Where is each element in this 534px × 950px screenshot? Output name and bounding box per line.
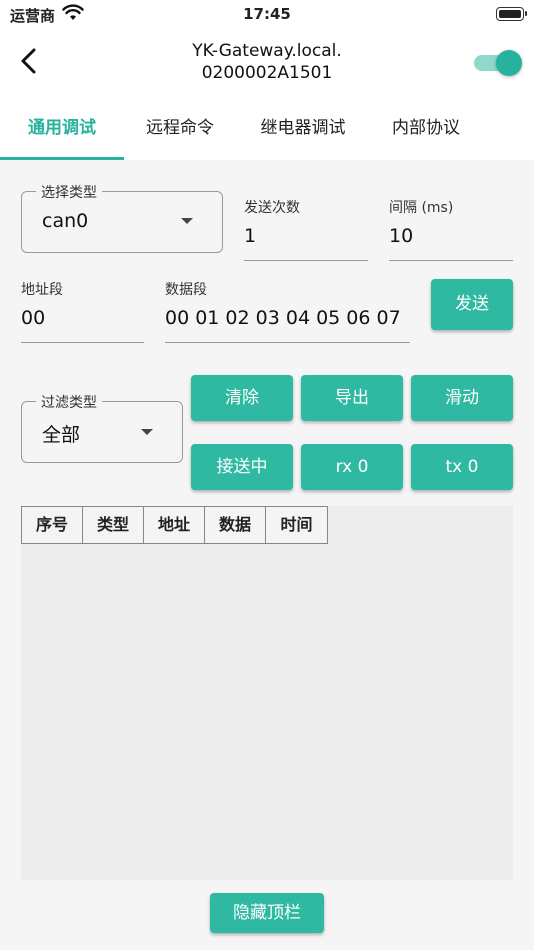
app-header: YK-Gateway.local. 0200002A1501 [0, 28, 534, 98]
select-type-value: can0 [42, 210, 89, 232]
toggle-thumb [496, 50, 522, 76]
send-count-field[interactable]: 发送次数 1 [244, 197, 368, 261]
address-field[interactable]: 地址段 00 [21, 279, 144, 343]
send-button[interactable]: 发送 [431, 279, 513, 330]
tab-remote-command[interactable]: 远程命令 [124, 98, 236, 160]
select-type-dropdown[interactable]: 选择类型 can0 [21, 182, 223, 253]
chevron-down-icon [181, 218, 193, 224]
rx-count-button[interactable]: rx 0 [301, 444, 403, 490]
chevron-down-icon [141, 429, 153, 435]
tab-bar: 通用调试 远程命令 继电器调试 内部协议 [0, 98, 534, 160]
tab-internal-protocol[interactable]: 内部协议 [370, 98, 482, 160]
export-button[interactable]: 导出 [301, 375, 403, 421]
hide-topbar-button[interactable]: 隐藏顶栏 [210, 893, 324, 933]
active-tab-indicator [0, 157, 124, 160]
filter-type-value: 全部 [42, 424, 81, 446]
filter-type-label: 过滤类型 [36, 392, 102, 412]
select-type-label: 选择类型 [36, 182, 102, 202]
data-field[interactable]: 数据段 00 01 02 03 04 05 06 07 [165, 279, 410, 343]
filter-type-dropdown[interactable]: 过滤类型 全部 [21, 392, 183, 463]
tab-relay-debug[interactable]: 继电器调试 [236, 98, 370, 160]
clock-time: 17:45 [243, 5, 291, 23]
connection-toggle[interactable] [474, 50, 522, 76]
battery-icon [496, 7, 527, 21]
log-table[interactable]: 序号 类型 地址 数据 时间 [21, 506, 513, 880]
interval-field[interactable]: 间隔 (ms) 10 [389, 197, 513, 261]
tx-count-button[interactable]: tx 0 [411, 444, 513, 490]
address-label: 地址段 [21, 282, 63, 298]
page-title: YK-Gateway.local. 0200002A1501 [110, 40, 424, 84]
status-bar: 运营商 17:45 [0, 0, 534, 28]
column-header-type: 类型 [83, 507, 144, 543]
send-count-value: 1 [244, 225, 257, 247]
back-arrow-icon[interactable] [14, 44, 44, 78]
title-line-2: 0200002A1501 [201, 63, 333, 83]
column-header-data: 数据 [205, 507, 266, 543]
column-header-address: 地址 [144, 507, 205, 543]
data-value: 00 01 02 03 04 05 06 07 [165, 307, 401, 329]
tab-general-debug[interactable]: 通用调试 [0, 98, 124, 160]
title-line-1: YK-Gateway.local. [192, 41, 342, 61]
scroll-button[interactable]: 滑动 [411, 375, 513, 421]
column-header-index: 序号 [22, 507, 83, 543]
interval-label: 间隔 (ms) [389, 200, 454, 216]
data-label: 数据段 [165, 282, 207, 298]
receiving-button[interactable]: 接送中 [191, 444, 293, 490]
clear-button[interactable]: 清除 [191, 375, 293, 421]
interval-value: 10 [389, 225, 414, 247]
column-header-time: 时间 [280, 515, 313, 534]
address-value: 00 [21, 307, 46, 329]
log-table-header: 序号 类型 地址 数据 时间 [21, 506, 328, 544]
send-count-label: 发送次数 [244, 200, 300, 216]
